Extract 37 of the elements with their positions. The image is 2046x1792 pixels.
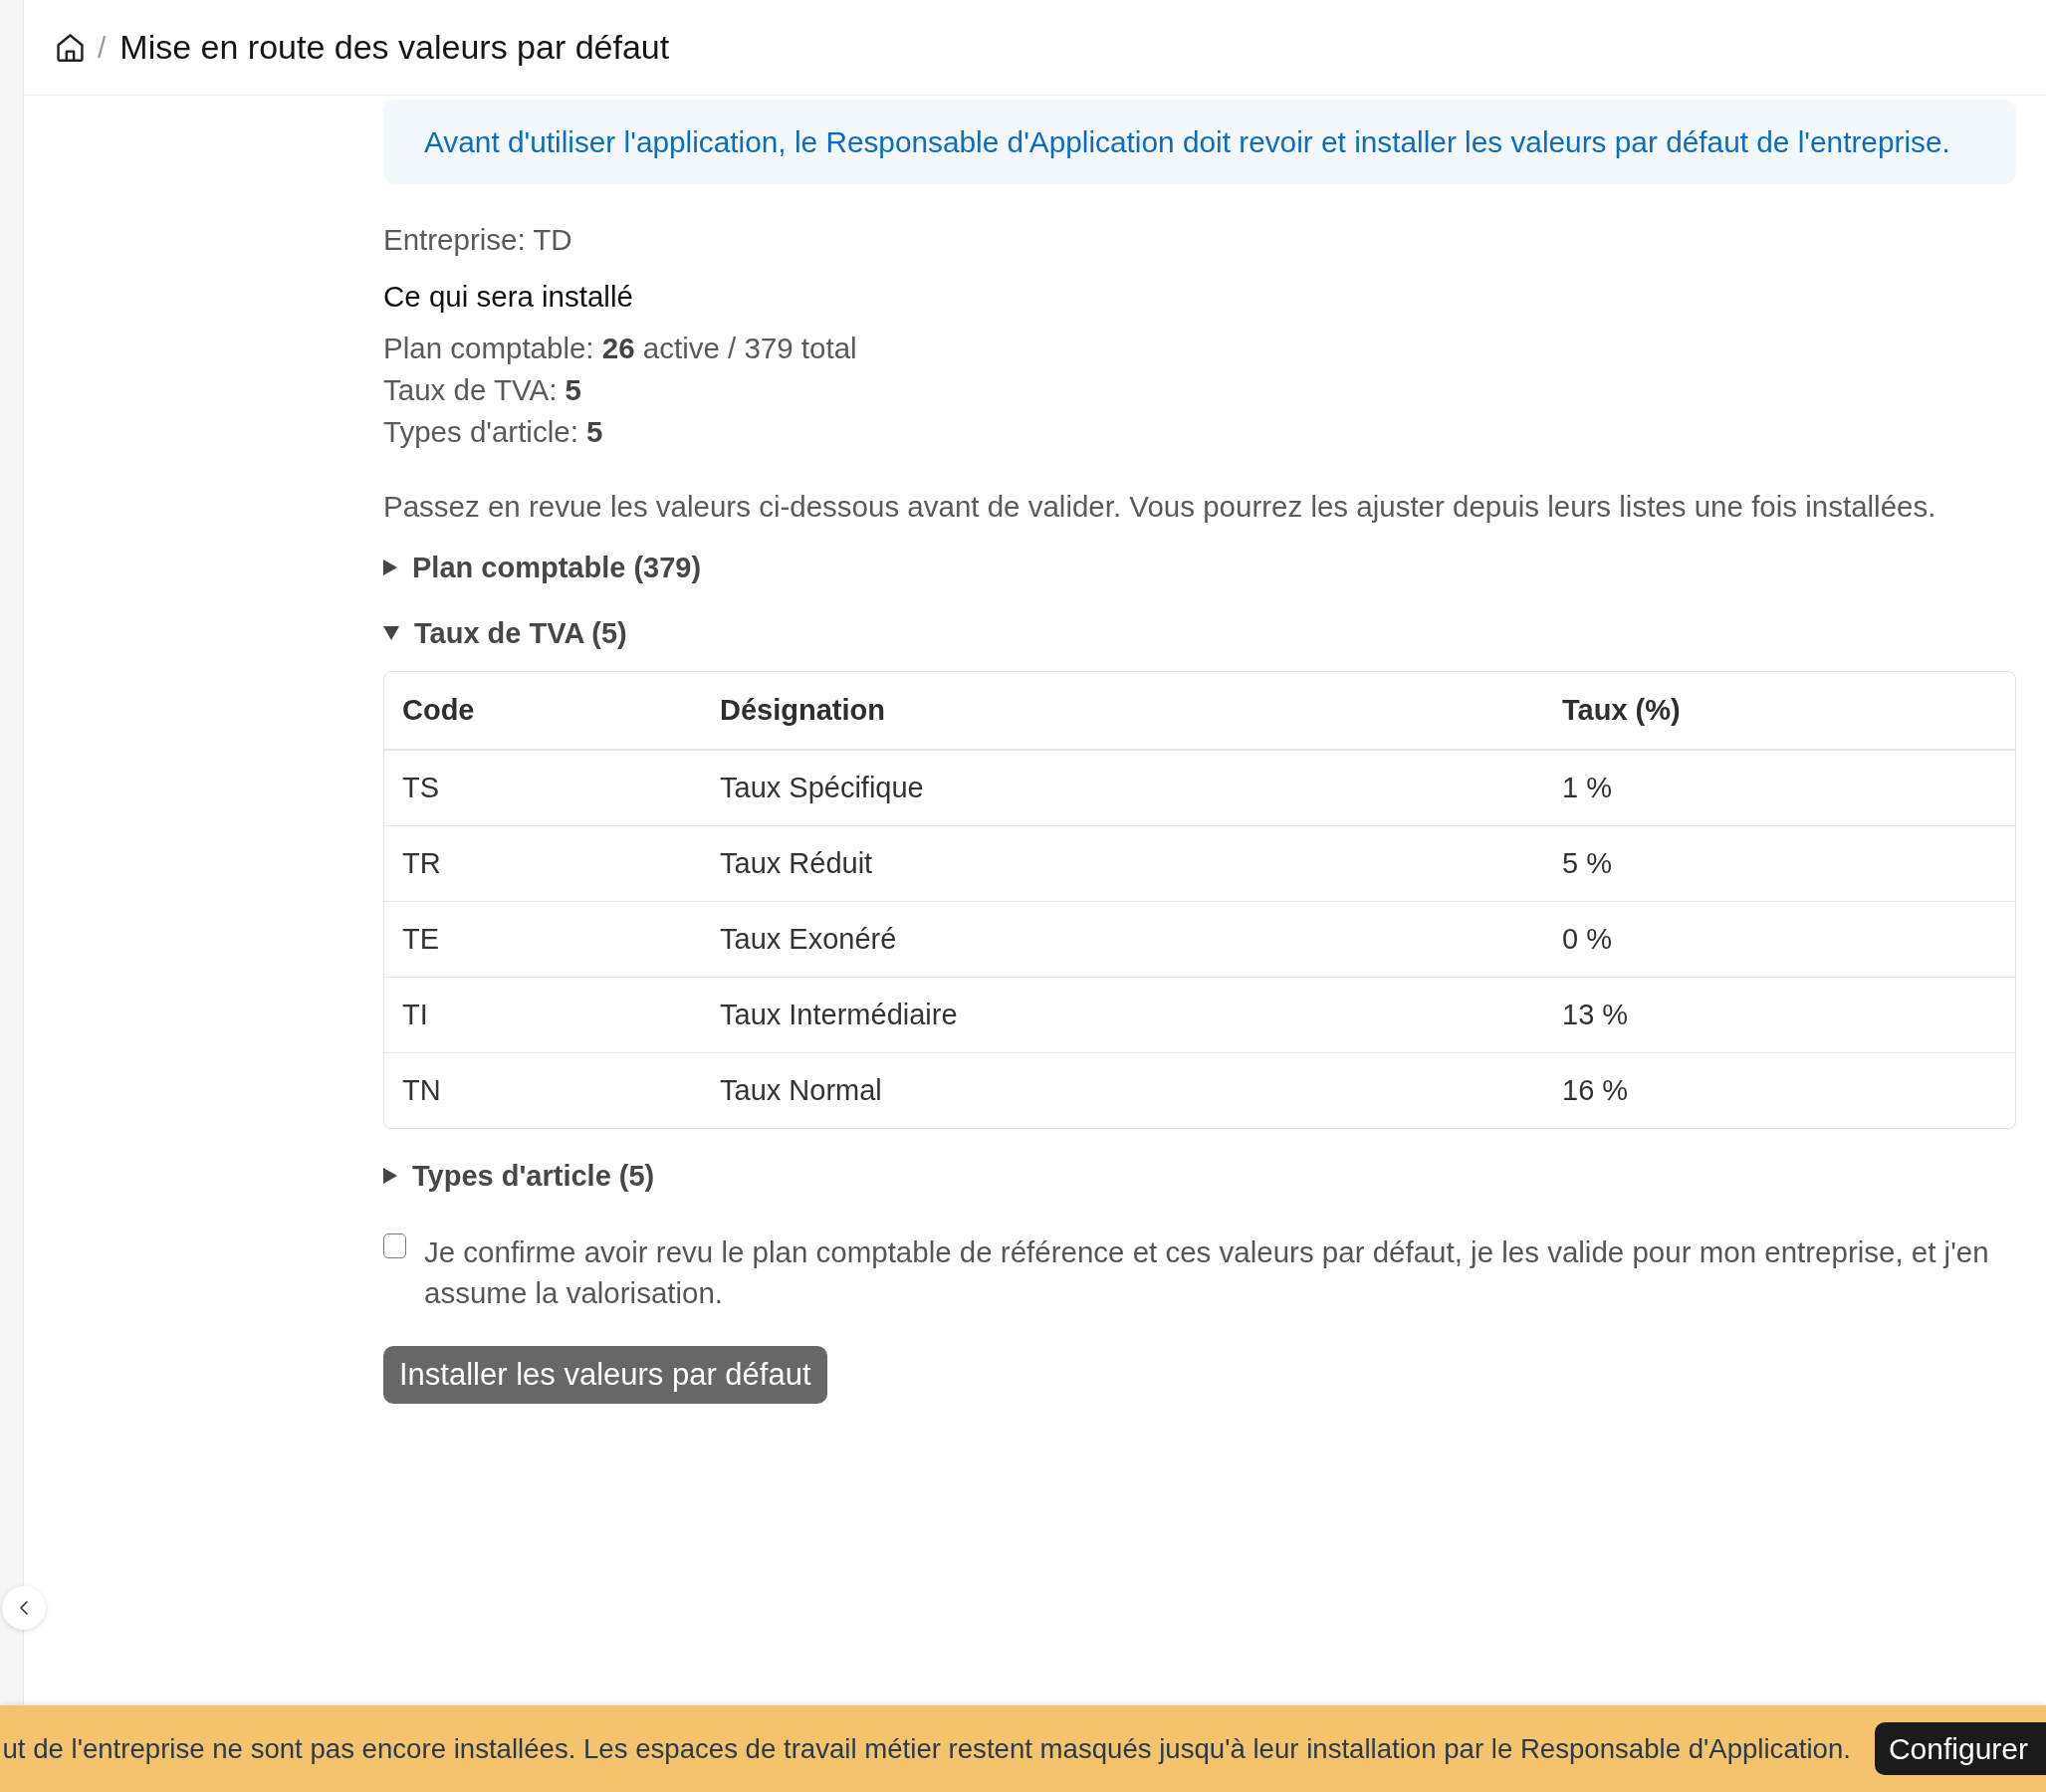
column-header: Taux (%) [1561, 694, 1682, 727]
section-toggle[interactable]: Plan comptable (379) [383, 547, 702, 588]
table-cell-text: TS [401, 772, 441, 804]
table-cell-text: TE [401, 923, 441, 956]
instructions-text: Passez en revue les valeurs ci-dessous avant de valider. Vous pourrez les ajuster depuis leurs listes une fois installées. [383, 489, 1936, 525]
table-cell-text: TN [401, 1074, 442, 1107]
collapse-button[interactable] [2, 1586, 46, 1630]
configure-button[interactable]: Configurer [1874, 1722, 2046, 1775]
table-cell-text: 5 % [1561, 847, 1613, 880]
company-label: Entreprise: TD [383, 222, 572, 258]
table-cell-text: TI [401, 999, 429, 1031]
table-cell-text: Taux Intermédiaire [719, 999, 959, 1031]
page-title: Mise en route des valeurs par défaut [119, 28, 670, 67]
summary-line: Types d'article: 5 [383, 414, 603, 450]
confirm-checkbox[interactable] [383, 1233, 406, 1258]
table-cell-text: 1 % [1561, 772, 1613, 804]
table-cell-text: TR [401, 847, 442, 880]
summary-line: Plan comptable: 26 active / 379 total [383, 331, 857, 366]
table-cell-text: 0 % [1561, 923, 1613, 956]
chevron-left-icon [20, 1601, 28, 1615]
column-header: Désignation [719, 694, 886, 727]
table-cell-text: 13 % [1561, 999, 1630, 1031]
notice-text: ut de l'entreprise ne sont pas encore installées. Les espaces de travail métier restent masqués jusqu'à leur installation par le Responsable d'Application. [2, 1732, 1851, 1765]
info-text: Avant d'utiliser l'application, le Responsable d'Application doit revoir et installer les valeurs par défaut de l'entreprise. [424, 124, 1950, 159]
column-header: Code [401, 694, 476, 727]
section-toggle[interactable]: Taux de TVA (5) [383, 612, 627, 654]
summary-line: Taux de TVA: 5 [383, 372, 581, 408]
table-cell-text: Taux Normal [719, 1074, 883, 1107]
section-toggle[interactable]: Types d'article (5) [383, 1155, 655, 1197]
table-cell-text: Taux Exonéré [719, 923, 898, 956]
home-icon[interactable] [57, 33, 84, 62]
table-cell-text: Taux Spécifique [719, 772, 925, 804]
breadcrumb-separator: / [98, 30, 107, 65]
confirm-label: Je confirme avoir revu le plan comptable de référence et ces valeurs par défaut, je les valide pour mon entreprise, et j'en assume la valorisation. [424, 1234, 1990, 1311]
table-cell-text: 16 % [1561, 1074, 1630, 1107]
table-cell-text: Taux Réduit [719, 847, 874, 880]
section-heading: Ce qui sera installé [383, 279, 633, 315]
